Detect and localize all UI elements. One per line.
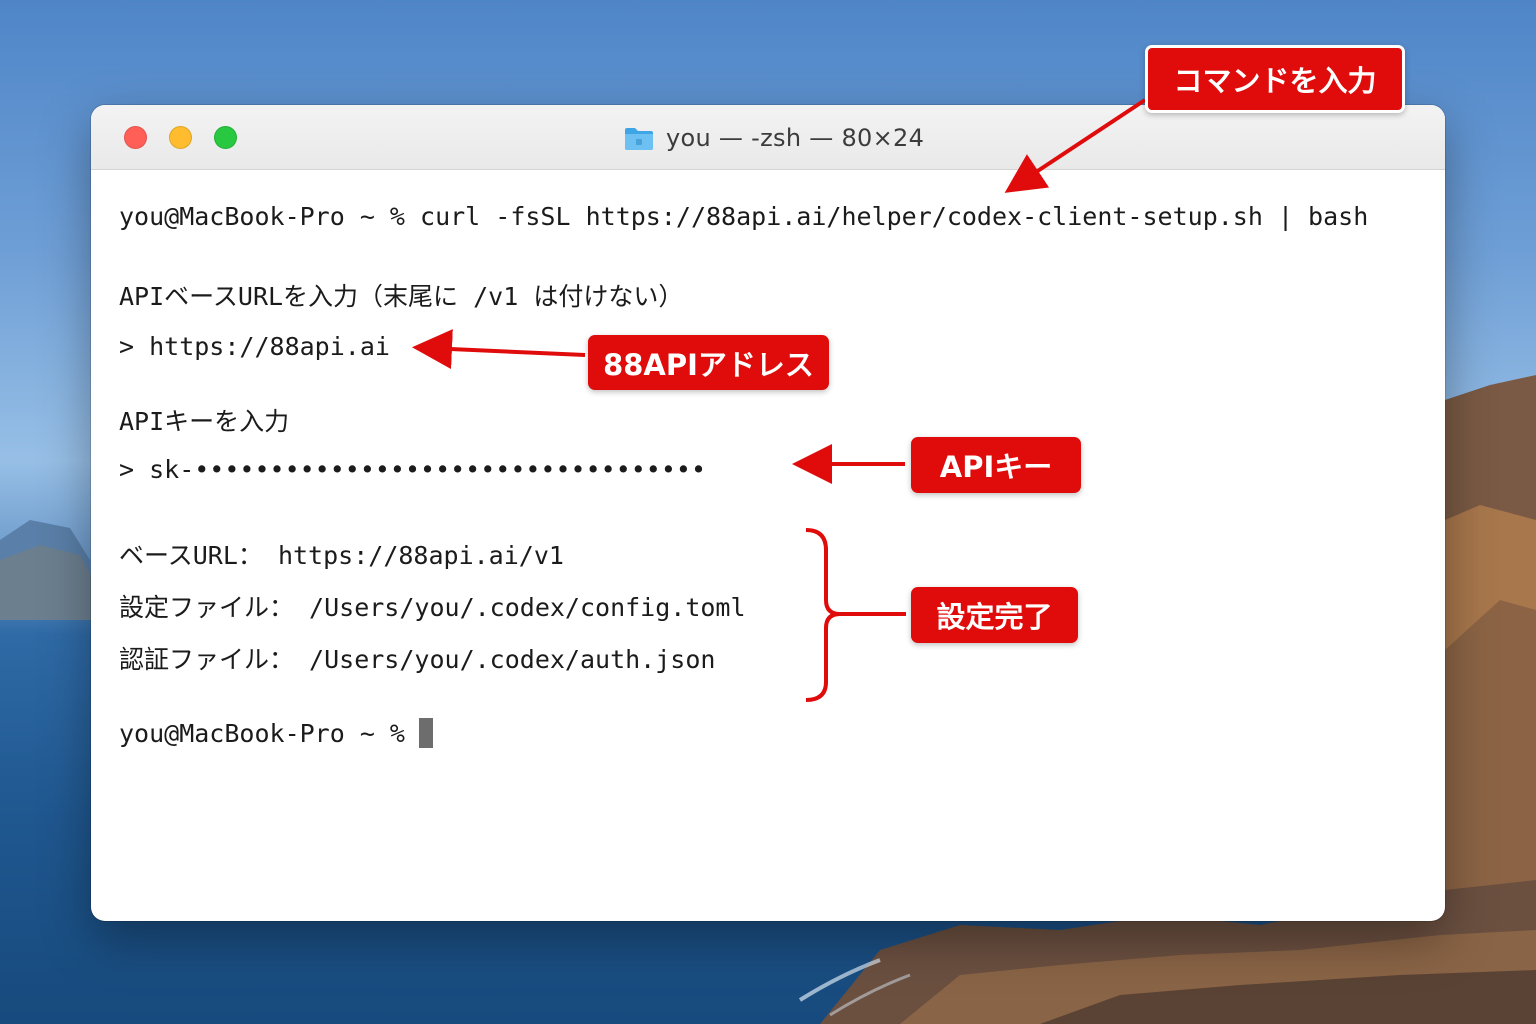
callout-setup-done: 設定完了 — [911, 587, 1078, 643]
terminal-window: you — -zsh — 80×24 you@MacBook-Pro ~ % c… — [91, 105, 1445, 921]
result-base-url: ベースURL： https://88api.ai/v1 — [119, 541, 564, 570]
zoom-button[interactable] — [214, 126, 237, 149]
close-button[interactable] — [124, 126, 147, 149]
result-auth-file: 認証ファイル： /Users/you/.codex/auth.json — [119, 645, 716, 674]
callout-api-key: APIキー — [911, 437, 1081, 493]
title-bar[interactable]: you — -zsh — 80×24 — [91, 105, 1445, 170]
result-config-file: 設定ファイル： /Users/you/.codex/config.toml — [119, 593, 746, 622]
callout-command: コマンドを入力 — [1145, 45, 1405, 113]
command-line: you@MacBook-Pro ~ % curl -fsSL https://8… — [119, 202, 1369, 231]
prompt-base-url: APIベースURLを入力（末尾に /v1 は付けない） — [119, 282, 684, 311]
final-prompt-text: you@MacBook-Pro ~ % — [119, 719, 405, 748]
window-title-group: you — -zsh — 80×24 — [624, 123, 924, 153]
input-base-url[interactable]: > https://88api.ai — [119, 330, 390, 364]
minimize-button[interactable] — [169, 126, 192, 149]
cursor-block — [418, 718, 433, 748]
callout-address: 88APIアドレス — [588, 335, 829, 390]
prompt-api-key: APIキーを入力 — [119, 407, 290, 436]
final-prompt[interactable]: you@MacBook-Pro ~ % — [119, 717, 433, 751]
folder-icon — [625, 127, 653, 150]
window-title: you — -zsh — 80×24 — [666, 124, 925, 152]
input-api-key[interactable]: > sk-•••••••••••••••••••••••••••••••••• — [119, 453, 706, 487]
